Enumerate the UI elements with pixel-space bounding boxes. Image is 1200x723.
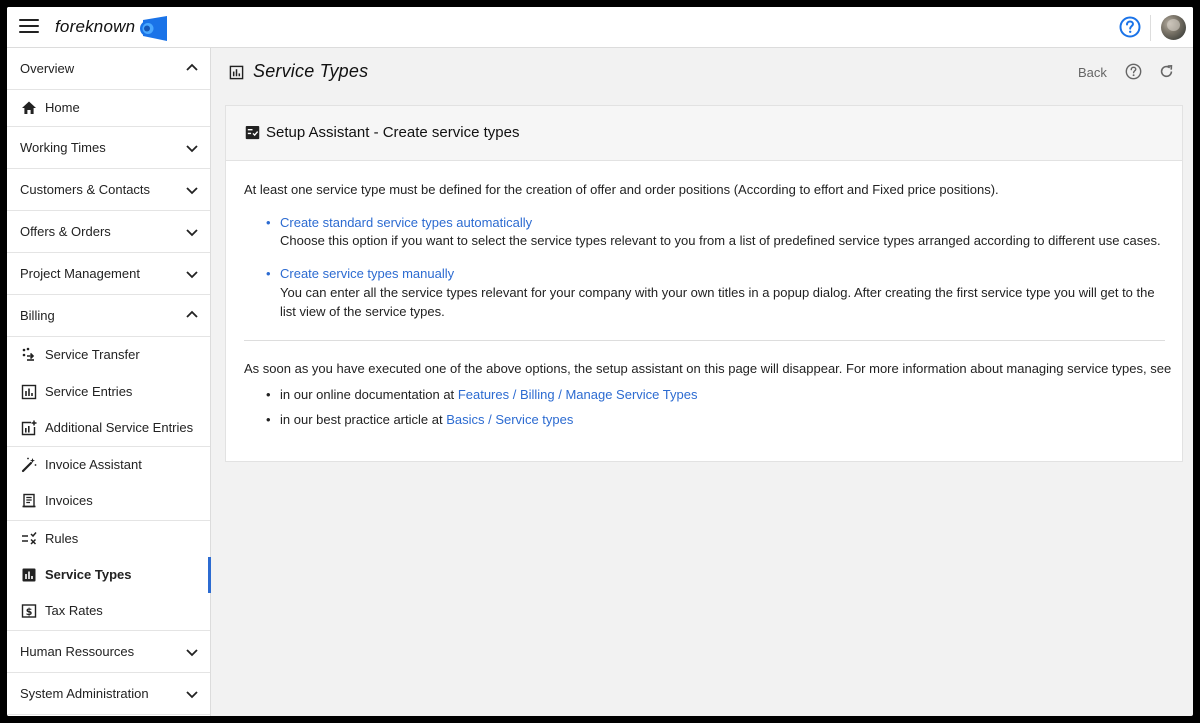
sidebar-item-label: Rules [45,530,79,546]
chevron-down-icon [186,229,198,237]
section-label: Human Ressources [20,643,135,659]
back-button[interactable]: Back [1078,65,1107,80]
sidebar-item-label: Home [45,100,80,115]
bar-chart-icon [229,65,244,80]
refresh-icon[interactable] [1158,63,1175,80]
bullet: • [266,412,271,427]
svg-text:$: $ [26,607,33,618]
sidebar-item-label: Additional Service Entries [45,419,194,435]
section-label: Billing [20,308,55,324]
sidebar-section-system-administration[interactable]: System Administration [7,673,210,715]
section-label: Offers & Orders [20,224,111,240]
chevron-down-icon [186,649,198,656]
sidebar-section-billing[interactable]: Billing [7,295,210,338]
reference-prefix: in our online documentation at [280,387,455,402]
chevron-down-icon [186,145,198,153]
sidebar-item-label: Service Types [45,567,132,583]
foreknown-logo [140,16,167,41]
card-title: Setup Assistant - Create service types [266,124,520,141]
brand-name: foreknown [55,17,136,36]
dollar-box-icon: $ [21,604,37,618]
section-label: Customers & Contacts [20,182,151,198]
sidebar-item-invoice-assistant[interactable]: Invoice Assistant [7,447,210,483]
option2-description: You can enter all the service types rele… [280,285,1155,319]
section-label: Overview [20,61,75,76]
section-label: Working Times [20,140,106,156]
chevron-up-icon [186,63,198,71]
setup-assistant-card: Setup Assistant - Create service types A… [225,105,1183,462]
sidebar-item-additional-service-entries[interactable]: Additional Service Entries [7,410,210,446]
reference-prefix: in our best practice article at [280,412,443,427]
chevron-down-icon [186,691,198,698]
magic-wand-icon [21,457,37,473]
sidebar-item-label: Invoices [45,493,93,509]
docs-link[interactable]: Features / Billing / Manage Service Type… [458,387,698,402]
sidebar-item-invoices[interactable]: Invoices [7,483,210,519]
page-title: Service Types [253,61,369,81]
sidebar-item-label: Tax Rates [45,603,103,619]
receipt-icon [22,494,36,508]
section-label: System Administration [20,685,149,701]
avatar[interactable] [1161,15,1186,40]
intro-text: At least one service type must be define… [244,182,999,197]
chevron-up-icon [186,311,198,318]
menu-icon[interactable] [19,19,39,35]
divider [244,340,1165,341]
home-icon [22,101,36,114]
best-practice-link[interactable]: Basics / Service types [446,412,573,427]
help-icon[interactable] [1125,63,1142,80]
sidebar-item-home[interactable]: Home [7,90,210,126]
sidebar-section-overview[interactable]: Overview [7,48,210,90]
chevron-down-icon [186,271,198,279]
create-standard-link[interactable]: Create standard service types automatica… [280,215,532,230]
sidebar-item-service-types[interactable]: Service Types [7,557,211,594]
help-circle-icon[interactable] [1119,16,1141,38]
bullet: • [266,266,271,281]
checklist-icon [245,125,260,140]
sidebar-item-rules[interactable]: Rules [7,521,210,557]
sidebar-item-label: Service Entries [45,383,133,399]
sidebar-item-service-entries[interactable]: Service Entries [7,374,210,410]
app-window: foreknown Overview Home Working Times Cu… [7,7,1193,716]
add-chart-icon [21,420,37,436]
sidebar-item-service-transfer[interactable]: Service Transfer [7,337,210,373]
page-header: Service Types Back [212,48,1193,98]
sidebar-item-tax-rates[interactable]: $ Tax Rates [7,593,210,629]
sidebar-section-project-management[interactable]: Project Management [7,253,210,296]
sidebar-section-working-times[interactable]: Working Times [7,127,210,170]
bar-chart-filled-icon [22,568,36,582]
bar-chart-icon [21,384,37,399]
reference-item: in our online documentation at Features … [280,387,697,402]
section-label: Project Management [20,266,140,282]
top-bar: foreknown [7,7,1193,48]
bullet: • [266,387,271,402]
sidebar-item-label: Service Transfer [45,347,140,363]
create-manual-link[interactable]: Create service types manually [280,266,454,281]
bullet: • [266,215,271,230]
more-info-text: As soon as you have executed one of the … [244,361,1172,376]
sidebar-section-offers-orders[interactable]: Offers & Orders [7,211,210,254]
chevron-down-icon [186,187,198,195]
sidebar-section-customers-contacts[interactable]: Customers & Contacts [7,169,210,212]
header-divider [1150,15,1151,41]
sidebar: Overview Home Working Times Customers & … [7,48,211,716]
sidebar-section-human-ressources[interactable]: Human Ressources [7,631,210,673]
transfer-icon [22,347,35,362]
option1-description: Choose this option if you want to select… [280,233,1161,248]
main-content: Service Types Back Setup Assistant - Cre… [212,48,1193,716]
sidebar-item-label: Invoice Assistant [45,457,142,473]
card-header: Setup Assistant - Create service types [226,106,1182,161]
rules-icon [22,531,37,545]
reference-item: in our best practice article at Basics /… [280,412,573,427]
